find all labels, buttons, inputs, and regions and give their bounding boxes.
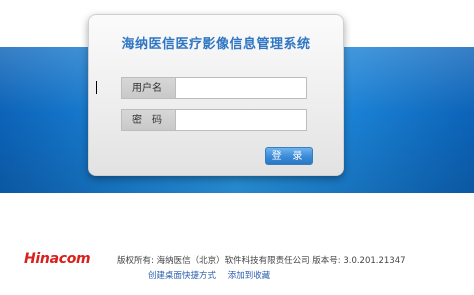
password-input[interactable] [175, 109, 307, 131]
system-title: 海纳医信医疗影像信息管理系统 [121, 37, 311, 52]
create-shortcut-link[interactable]: 创建桌面快捷方式 [148, 271, 216, 281]
password-row: 密 码 [121, 109, 307, 131]
username-label: 用户名 [121, 77, 175, 99]
username-row: 用户名 [121, 77, 307, 99]
footer-links: 创建桌面快捷方式 添加到收藏 [148, 269, 279, 281]
username-input[interactable] [175, 77, 307, 99]
add-favorite-link[interactable]: 添加到收藏 [228, 271, 271, 281]
login-button[interactable]: 登 录 [265, 147, 313, 165]
text-cursor [96, 81, 97, 94]
hinacom-logo: Hinacom [24, 251, 91, 267]
copyright-text: 版权所有: 海纳医信（北京）软件科技有限责任公司 版本号: 3.0.201.21… [117, 256, 406, 266]
password-label: 密 码 [121, 109, 175, 131]
login-panel: 海纳医信医疗影像信息管理系统 用户名 密 码 登 录 [88, 14, 344, 176]
